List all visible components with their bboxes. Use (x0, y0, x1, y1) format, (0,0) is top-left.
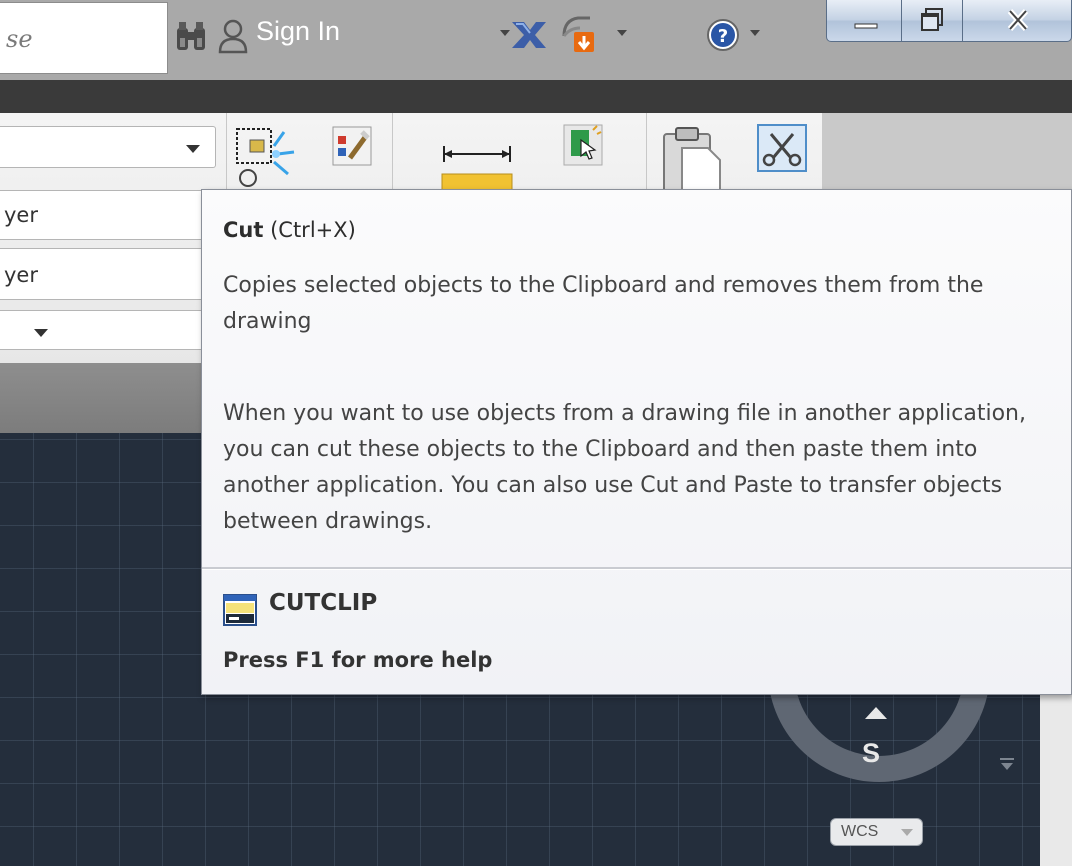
minimize-icon (854, 23, 878, 29)
user-icon[interactable] (218, 18, 248, 54)
paste-special-icon[interactable] (563, 124, 603, 166)
linetype-dropdown[interactable] (0, 310, 210, 350)
layer-dropdown-1-label: yer (4, 203, 38, 227)
measure-icon[interactable] (440, 140, 514, 192)
minimize-button[interactable] (826, 0, 902, 42)
restore-icon (921, 8, 943, 31)
exchange-apps-icon[interactable] (510, 18, 548, 52)
wcs-button[interactable]: WCS (830, 818, 923, 846)
match-properties-icon[interactable] (332, 126, 372, 166)
ribbon-divider (646, 113, 647, 193)
layer-dropdown-2-label: yer (4, 263, 38, 287)
sign-in-link[interactable]: Sign In (256, 16, 340, 47)
menu-strip (0, 80, 1072, 113)
paste-icon[interactable] (660, 124, 724, 192)
layer-dropdown-2[interactable]: yer (0, 248, 210, 300)
tooltip-description: Copies selected objects to the Clipboard… (223, 273, 984, 334)
tooltip-divider (202, 567, 1071, 570)
compass-arrow-icon[interactable] (865, 707, 887, 719)
title-bar: se Sign In ? (0, 0, 1072, 80)
tooltip-shortcut: (Ctrl+X) (270, 218, 356, 242)
ribbon-divider (226, 113, 227, 193)
chevron-down-icon (186, 145, 200, 153)
select-similar-icon[interactable] (234, 126, 296, 188)
cut-tooltip: Cut (Ctrl+X) Copies selected objects to … (201, 189, 1072, 695)
cut-icon[interactable] (757, 124, 807, 172)
window-controls (826, 0, 1072, 46)
chevron-down-icon (34, 329, 48, 337)
app-store-icon[interactable] (560, 14, 596, 54)
tooltip-title: Cut (Ctrl+X) (223, 218, 356, 242)
wcs-label: WCS (841, 823, 879, 840)
app-store-dropdown-arrow[interactable] (617, 30, 627, 36)
search-input[interactable]: se (0, 2, 168, 74)
command-line-icon (223, 594, 257, 626)
close-button[interactable] (962, 0, 1072, 42)
tooltip-help-hint: Press F1 for more help (223, 648, 493, 672)
compass-direction-label[interactable]: S (862, 738, 880, 769)
ribbon-divider (392, 113, 393, 193)
close-icon (1007, 9, 1029, 31)
properties-dropdown[interactable] (0, 126, 216, 168)
layer-dropdown-1[interactable]: yer (0, 190, 210, 240)
restore-button[interactable] (901, 0, 963, 42)
chevron-down-icon (901, 829, 913, 836)
svg-text:?: ? (718, 26, 728, 47)
help-icon[interactable]: ? (706, 18, 740, 52)
help-dropdown-arrow[interactable] (750, 30, 760, 36)
tooltip-details: When you want to use objects from a draw… (223, 401, 1026, 534)
viewcube-menu-icon[interactable] (1000, 758, 1014, 772)
tooltip-command: CUTCLIP (269, 590, 378, 616)
tooltip-command-name: Cut (223, 218, 264, 242)
sign-in-dropdown-arrow[interactable] (500, 30, 510, 36)
search-input-text: se (6, 25, 33, 53)
binoculars-icon[interactable] (175, 20, 207, 54)
